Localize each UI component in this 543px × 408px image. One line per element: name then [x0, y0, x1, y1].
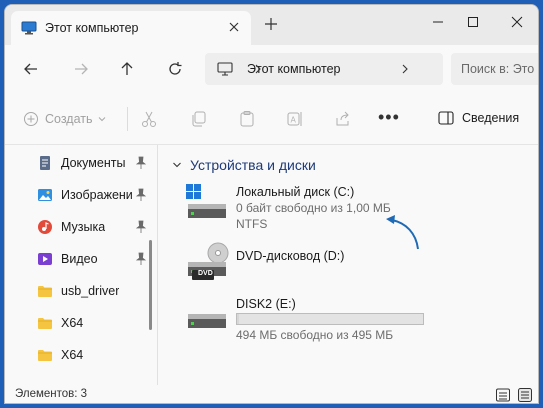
documents-icon — [40, 156, 50, 170]
folder-icon — [38, 286, 52, 297]
tab-title: Этот компьютер — [45, 21, 139, 35]
folder-icon — [38, 318, 52, 329]
new-tab-icon[interactable] — [263, 16, 279, 32]
share-icon[interactable] — [333, 109, 353, 129]
drive-name: DVD-дисковод (D:) — [236, 249, 345, 263]
drive-d[interactable]: DVD DVD-дисковод (D:) — [182, 241, 532, 285]
up-button[interactable] — [113, 55, 141, 83]
content-pane: Устройства и диски Локальный диск (C:) 0… — [158, 145, 538, 385]
chevron-right-icon[interactable] — [400, 63, 410, 75]
search-input[interactable]: Поиск в: Это — [451, 53, 538, 85]
minimize-button[interactable] — [423, 11, 453, 33]
local-disk-icon — [186, 184, 226, 218]
sidebar-item-x64[interactable]: X64 — [37, 311, 153, 335]
details-label: Сведения — [462, 111, 520, 125]
dvd-badge: DVD — [198, 270, 213, 277]
create-label: Создать — [45, 112, 93, 126]
command-bar: Создать A ••• Сведения — [5, 93, 538, 145]
sidebar-item-music[interactable]: Музыка — [37, 215, 153, 239]
drive-c[interactable]: Локальный диск (C:) 0 байт свободно из 1… — [182, 183, 532, 233]
music-icon — [38, 220, 52, 234]
more-options-button[interactable]: ••• — [378, 107, 400, 128]
group-title: Устройства и диски — [190, 157, 316, 173]
monitor-icon — [217, 62, 233, 76]
paste-icon[interactable] — [237, 109, 257, 129]
sidebar-item-documents[interactable]: Документы — [37, 151, 153, 175]
status-bar: Элементов: 3 — [5, 385, 538, 403]
refresh-button[interactable] — [161, 55, 189, 83]
drive-usage-bar — [236, 313, 424, 325]
drive-filesystem: NTFS — [236, 217, 268, 231]
pin-icon — [135, 252, 147, 265]
item-count: Элементов: 3 — [15, 388, 88, 400]
sidebar-item-label: Музыка — [61, 220, 106, 234]
sidebar-item-pictures[interactable]: Изображени — [37, 183, 153, 207]
sidebar-item-label: X64 — [61, 316, 84, 330]
pin-icon — [135, 188, 147, 201]
chevron-right-icon[interactable] — [253, 63, 263, 75]
explorer-window: Этот компьютер Этот компьютер Поиск в: Э… — [4, 4, 539, 404]
details-view-icon[interactable] — [495, 387, 511, 403]
sidebar-item-label: Изображени — [61, 188, 133, 202]
sidebar-scrollbar[interactable] — [149, 240, 152, 330]
sidebar-item-usb-driver[interactable]: usb_driver — [37, 279, 153, 303]
toolbar-separator — [127, 107, 128, 131]
cut-icon[interactable] — [139, 109, 159, 129]
create-button[interactable]: Создать — [23, 111, 107, 127]
chevron-down-icon — [173, 162, 181, 168]
tiles-view-icon[interactable] — [517, 387, 533, 403]
arrow-left-icon — [24, 63, 37, 75]
drive-free-space: 0 байт свободно из 1,00 МБ — [236, 201, 391, 215]
sidebar-item-label: X64 — [61, 348, 84, 362]
close-tab-icon[interactable] — [227, 20, 241, 34]
address-row: Этот компьютер Поиск в: Это — [5, 45, 538, 93]
drive-name: Локальный диск (C:) — [236, 185, 355, 199]
close-button[interactable] — [502, 11, 532, 33]
pictures-icon — [38, 189, 52, 201]
folder-icon — [38, 350, 52, 361]
title-bar: Этот компьютер — [5, 5, 538, 45]
tab-this-pc[interactable]: Этот компьютер — [11, 11, 251, 45]
details-button[interactable]: Сведения — [438, 111, 519, 125]
arrow-up-icon — [121, 62, 133, 75]
sidebar-item-video[interactable]: Видео — [37, 247, 153, 271]
chevron-down-icon — [98, 117, 105, 122]
drive-free-space: 494 МБ свободно из 495 МБ — [236, 328, 394, 342]
removable-disk-icon — [188, 314, 226, 328]
computer-icon — [21, 21, 37, 35]
sidebar-item-label: Документы — [61, 156, 126, 170]
maximize-icon — [468, 17, 478, 27]
minimize-icon — [433, 21, 443, 23]
plus-circle-icon — [24, 112, 38, 126]
details-pane-icon — [438, 111, 454, 125]
sidebar-item-x64-2[interactable]: X64 — [37, 343, 153, 367]
pin-icon — [135, 156, 147, 169]
copy-icon[interactable] — [189, 109, 209, 129]
refresh-icon — [169, 62, 182, 75]
search-placeholder: Поиск в: Это — [461, 62, 535, 76]
drive-e[interactable]: DISK2 (E:) 494 МБ свободно из 495 МБ — [182, 295, 532, 343]
maximize-button[interactable] — [458, 11, 488, 33]
navigation-pane: Документы Изображени Музыка Видео usb_dr… — [5, 145, 157, 385]
rename-icon[interactable]: A — [285, 109, 305, 129]
sidebar-item-label: usb_driver — [61, 284, 120, 298]
arrow-right-icon — [75, 63, 88, 75]
forward-button[interactable] — [67, 55, 95, 83]
drive-usage-fill — [237, 314, 239, 324]
svg-text:A: A — [291, 116, 297, 125]
address-bar[interactable]: Этот компьютер — [205, 53, 443, 85]
pin-icon — [135, 220, 147, 233]
video-icon — [38, 253, 52, 265]
back-button[interactable] — [17, 55, 45, 83]
drive-name: DISK2 (E:) — [236, 297, 296, 311]
group-header-devices[interactable]: Устройства и диски — [172, 157, 316, 173]
close-icon — [511, 16, 523, 28]
sidebar-item-label: Видео — [61, 252, 98, 266]
